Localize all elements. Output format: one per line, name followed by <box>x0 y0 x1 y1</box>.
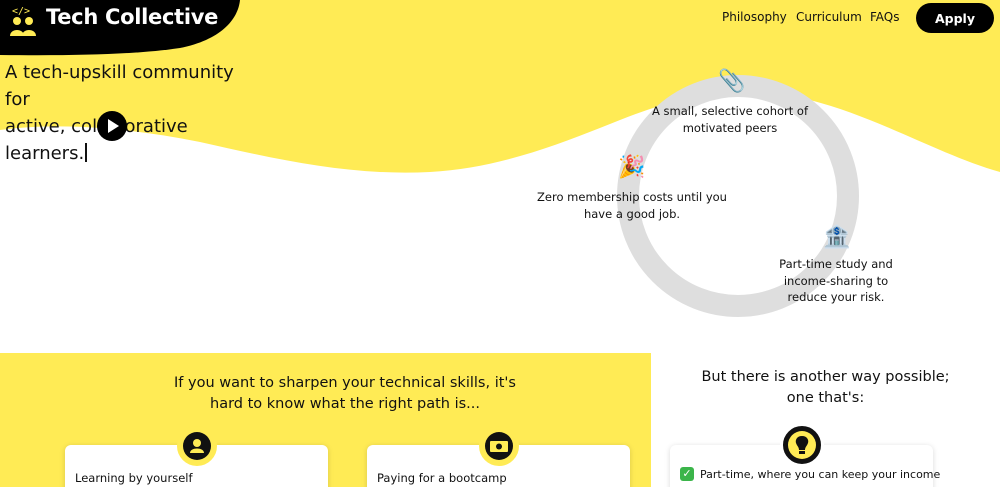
solution-item: ✓ Part-time, where you can keep your inc… <box>680 467 940 481</box>
apply-button[interactable]: Apply <box>916 3 994 33</box>
party-popper-icon: 🎉 <box>618 155 646 180</box>
feature-part-time: Part-time study and income-sharing to re… <box>766 256 906 306</box>
money-icon <box>479 426 519 466</box>
solution-heading-line-2: one that's: <box>786 390 865 406</box>
problem-section: If you want to sharpen your technical sk… <box>0 353 651 487</box>
nav-link-curriculum[interactable]: Curriculum <box>796 10 862 24</box>
feature-part-time-line-1: Part-time study and <box>779 257 893 271</box>
nav-link-faqs[interactable]: FAQs <box>870 10 900 24</box>
solution-heading-line-1: But there is another way possible; <box>701 369 950 385</box>
tagline-line-1: A tech-upskill community for <box>5 62 234 110</box>
feature-zero-cost-line-2: have a good job. <box>583 206 681 221</box>
bank-icon: 🏦 <box>823 225 851 250</box>
problem-heading-line-2: hard to know what the right path is... <box>210 396 480 412</box>
feature-zero-cost-line-1: Zero membership costs until you <box>537 190 727 204</box>
feature-cohort: A small, selective cohort of motivated p… <box>630 103 830 136</box>
user-icon <box>177 426 217 466</box>
solution-heading: But there is another way possible; one t… <box>651 367 1000 409</box>
card-bootcamp-label: Paying for a bootcamp <box>377 471 507 485</box>
checkmark-icon: ✓ <box>680 467 694 481</box>
problem-heading: If you want to sharpen your technical sk… <box>140 373 550 415</box>
card-learning-alone-label: Learning by yourself <box>75 471 193 485</box>
play-icon[interactable] <box>97 111 127 141</box>
top-nav: Philosophy Curriculum FAQs Apply <box>0 0 1000 36</box>
feature-part-time-line-2: income-sharing to <box>783 273 889 288</box>
solution-section: But there is another way possible; one t… <box>651 353 1000 487</box>
feature-part-time-line-3: reduce your risk. <box>787 290 885 304</box>
typing-cursor <box>85 143 88 162</box>
nav-link-philosophy[interactable]: Philosophy <box>722 10 787 24</box>
hero-tagline: A tech-upskill community for active, col… <box>5 59 255 167</box>
feature-zero-cost: Zero membership costs until you have a g… <box>532 189 732 222</box>
problem-heading-line-1: If you want to sharpen your technical sk… <box>174 375 516 391</box>
paperclip-icon: 📎 <box>718 69 746 94</box>
feature-cohort-line-1: A small, selective cohort of <box>651 104 809 118</box>
lightbulb-icon <box>780 423 824 467</box>
solution-item-label: Part-time, where you can keep your incom… <box>700 467 941 481</box>
feature-cohort-line-2: motivated peers <box>682 120 778 135</box>
